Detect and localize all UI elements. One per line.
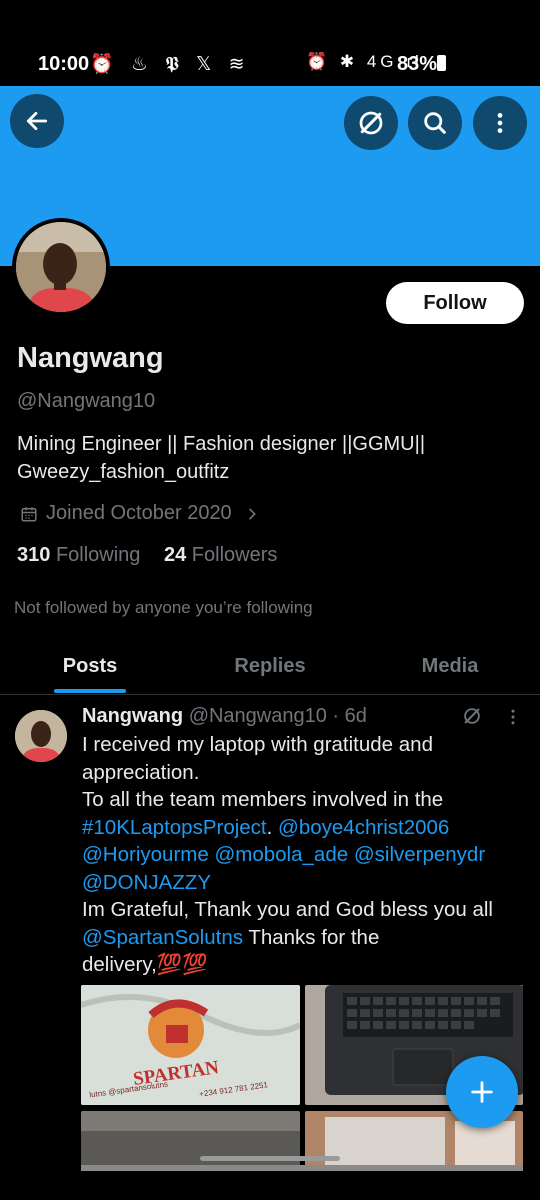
more-vertical-icon — [497, 113, 503, 133]
more-button[interactable] — [473, 96, 527, 150]
status-bar: 10:00 ⏰ ♨ 𝕻 𝕏 ≋ ⏰ ✱ 4G ıl 83% — [0, 0, 540, 86]
grok-slash-icon — [359, 111, 383, 135]
profile-bio: Mining Engineer || Fashion designer ||GG… — [17, 430, 517, 486]
follow-counts: 310 Following 24 Followers — [17, 544, 277, 567]
mention-link[interactable]: @SpartanSolutns — [82, 926, 243, 949]
post-image-row-edge — [81, 1165, 523, 1171]
following-count: 310 — [17, 544, 51, 566]
tab-media[interactable]: Media — [360, 638, 540, 694]
mention-link[interactable]: @mobola_ade — [214, 843, 348, 866]
joined-text: Joined October 2020 — [46, 502, 232, 524]
notification-icons: ⏰ ♨ 𝕻 𝕏 ≋ — [90, 54, 251, 75]
post-line: To all the team members involved in the — [82, 788, 444, 811]
hashtag-link[interactable]: #10KLaptopsProject — [82, 816, 267, 839]
back-button[interactable] — [10, 94, 64, 148]
profile-tabs: Posts Replies Media — [0, 638, 540, 695]
battery-icon — [437, 55, 446, 71]
post-punct: . — [266, 815, 279, 839]
tab-replies[interactable]: Replies — [180, 638, 360, 694]
post-line: @Horiyourme @mobola_ade @silverpenydr — [82, 841, 522, 869]
post-line: delivery,💯💯 — [82, 953, 208, 976]
grok-button[interactable] — [344, 96, 398, 150]
grok-slash-icon[interactable] — [461, 705, 483, 727]
profile-avatar[interactable] — [12, 218, 110, 316]
post-author-name[interactable]: Nangwang — [82, 705, 183, 727]
chevron-right-icon — [248, 508, 256, 519]
arrow-left-icon — [26, 112, 48, 130]
following-link[interactable]: 310 Following — [17, 544, 140, 566]
mention-link[interactable]: @DONJAZZY — [82, 871, 211, 894]
calendar-icon — [21, 506, 37, 521]
post-line: @DONJAZZY — [82, 869, 522, 897]
post-line: #10KLaptopsProject. @boye4christ2006 — [82, 814, 522, 842]
search-icon — [424, 112, 446, 134]
mutual-followers-note: Not followed by anyone you’re following — [14, 598, 313, 617]
post-line: appreciation. — [82, 760, 200, 784]
home-indicator[interactable] — [200, 1156, 340, 1161]
battery-percent: 83% — [397, 53, 438, 75]
post-avatar[interactable] — [15, 710, 67, 762]
bio-line: Mining Engineer || Fashion designer ||GG… — [17, 433, 426, 455]
post-item[interactable]: Nangwang @Nangwang10 · 6d I received my … — [0, 695, 540, 1200]
profile-handle: @Nangwang10 — [17, 390, 156, 412]
post-meta: @Nangwang10 · 6d — [188, 705, 367, 727]
following-label: Following — [55, 544, 141, 566]
post-line: Im Grateful, Thank you and God bless you… — [82, 898, 493, 921]
post-line: I received my laptop with gratitude and — [82, 733, 433, 756]
post-line: @SpartanSolutns Thanks for the — [82, 924, 522, 952]
more-vertical-icon[interactable] — [503, 707, 523, 727]
post-header: Nangwang @Nangwang10 · 6d — [82, 705, 367, 728]
post-image-1[interactable]: SPARTAN lutns @spartansolutns +234 912 7… — [81, 985, 300, 1105]
search-button[interactable] — [408, 96, 462, 150]
status-time: 10:00 — [38, 53, 90, 75]
plus-icon — [471, 1081, 493, 1103]
mention-link[interactable]: @Horiyourme — [82, 843, 209, 866]
followers-count: 24 — [163, 544, 187, 566]
avatar-photo — [16, 222, 106, 312]
follow-button[interactable]: Follow — [386, 282, 524, 324]
tab-posts[interactable]: Posts — [0, 638, 180, 694]
mention-link[interactable]: @boye4christ2006 — [278, 816, 449, 839]
followers-label: Followers — [191, 544, 278, 566]
followers-link[interactable]: 24 Followers — [164, 544, 277, 566]
post-text: I received my laptop with gratitude and … — [82, 731, 522, 979]
mention-link[interactable]: @silverpenydr — [354, 843, 485, 866]
compose-button[interactable] — [446, 1056, 518, 1128]
active-tab-indicator — [54, 689, 126, 693]
joined-date[interactable]: Joined October 2020 — [17, 502, 260, 525]
post-text-fragment: Thanks for the — [243, 925, 380, 949]
bio-line: Gweezy_fashion_outfitz — [17, 461, 230, 483]
display-name: Nangwang — [17, 342, 164, 374]
